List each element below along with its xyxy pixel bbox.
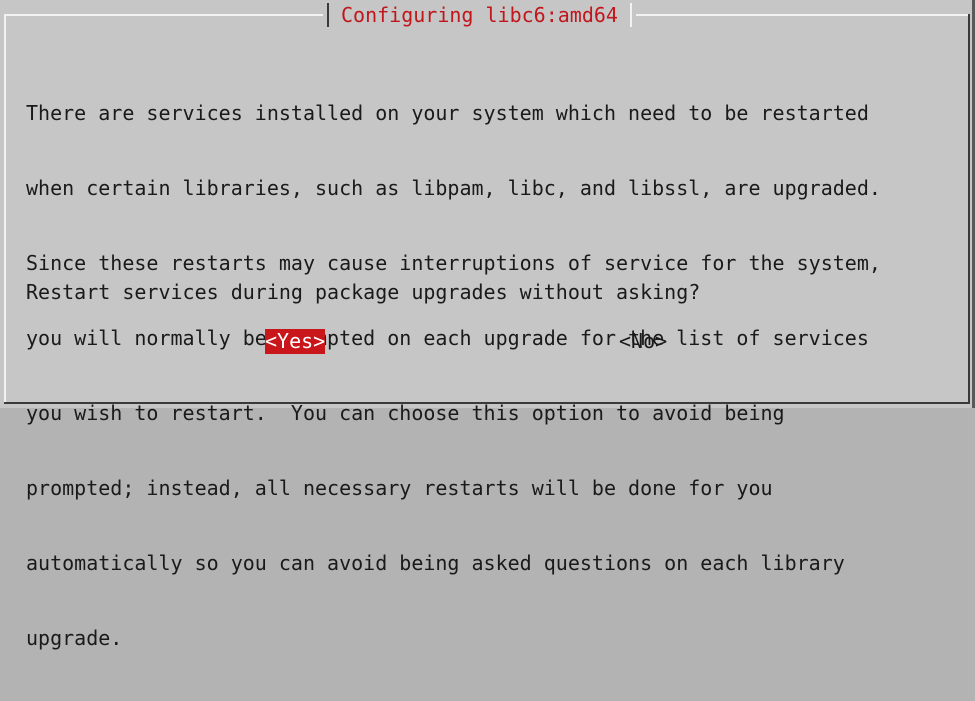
no-button[interactable]: <No> (619, 329, 667, 354)
dialog-message: There are services installed on your sys… (26, 51, 956, 701)
debconf-dialog: Configuring libc6:amd64 There are servic… (0, 0, 975, 650)
dialog-question: Restart services during package upgrades… (26, 280, 701, 304)
message-line: Since these restarts may cause interrupt… (26, 251, 881, 275)
message-line: you will normally be prompted on each up… (26, 326, 869, 350)
yes-button[interactable]: <Yes> (265, 329, 326, 354)
message-line: when certain libraries, such as libpam, … (26, 176, 881, 200)
message-line: prompted; instead, all necessary restart… (26, 476, 773, 500)
message-line: There are services installed on your sys… (26, 101, 869, 125)
title-right-tick (629, 3, 632, 27)
dialog-frame-left (4, 14, 6, 404)
message-line: upgrade. (26, 626, 123, 650)
dialog-title: Configuring libc6:amd64 (341, 3, 618, 27)
message-line: automatically so you can avoid being ask… (26, 551, 845, 575)
message-line: you wish to restart. You can choose this… (26, 401, 785, 425)
dialog-frame-right (968, 14, 970, 404)
dialog-title-bar: Configuring libc6:amd64 (323, 0, 636, 30)
